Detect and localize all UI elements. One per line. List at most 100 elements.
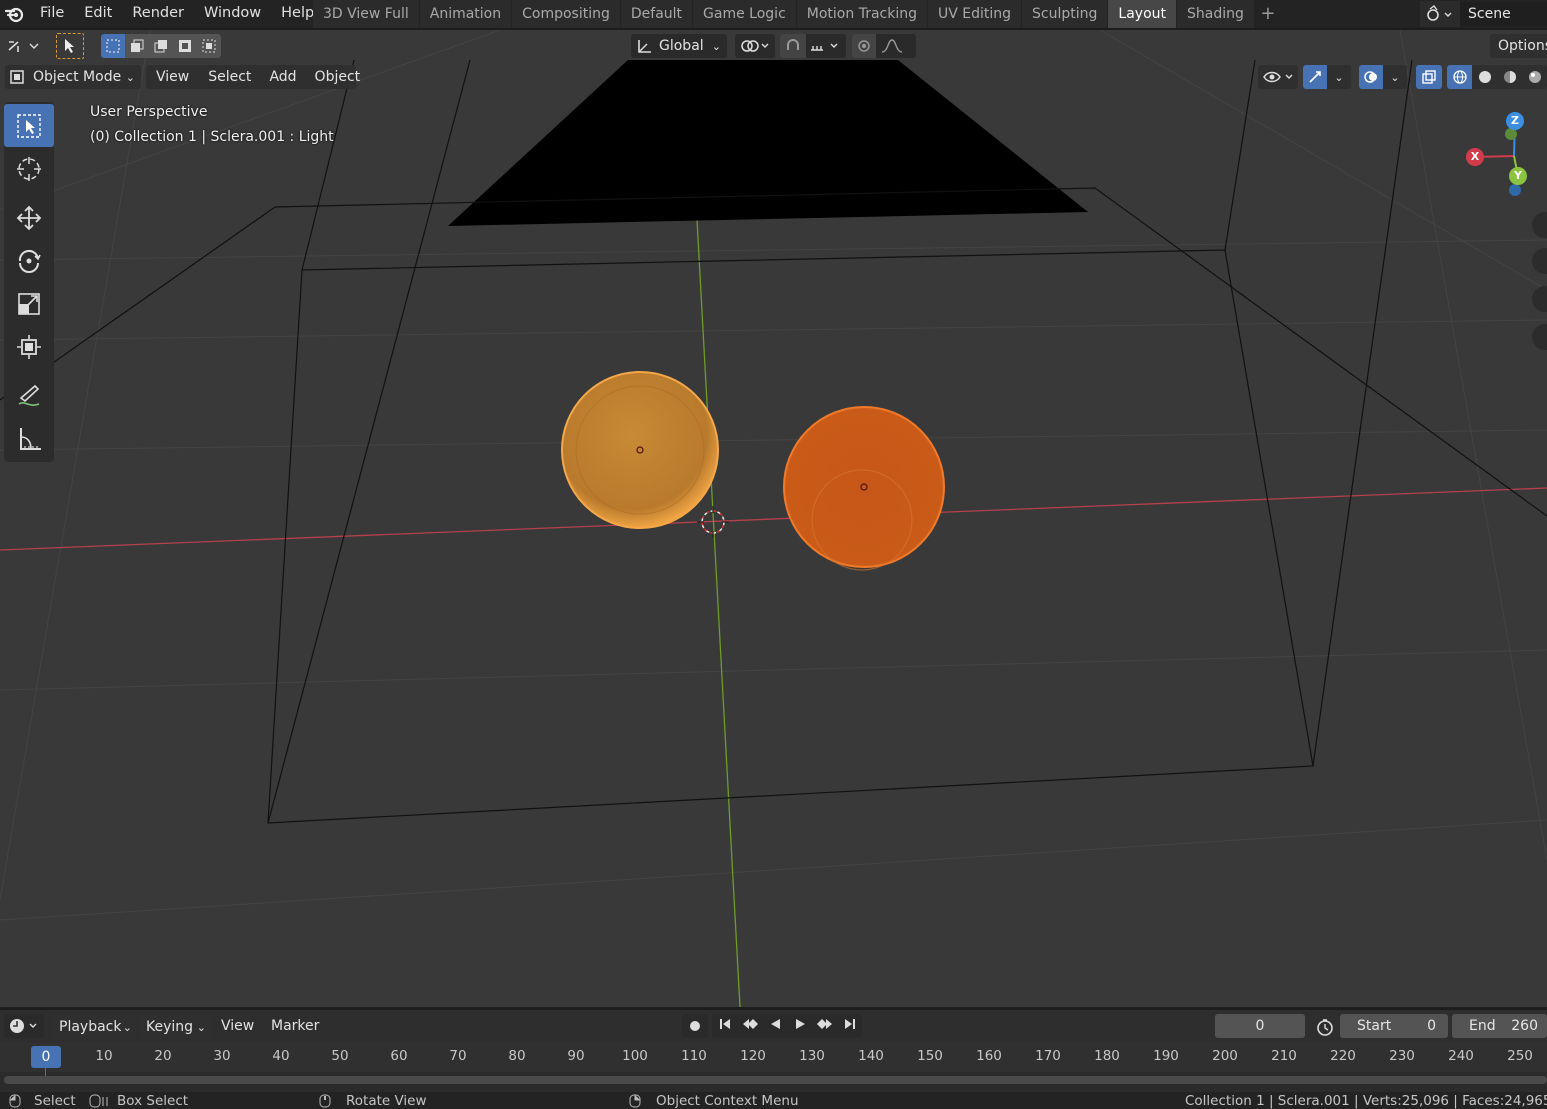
gizmo-x-icon[interactable]: X: [1466, 148, 1484, 166]
sphere-left[interactable]: [561, 371, 719, 529]
menu-add[interactable]: Add: [260, 69, 305, 85]
transform-orientation-dropdown[interactable]: Global ⌄: [631, 34, 727, 58]
jump-start-icon[interactable]: [712, 1017, 737, 1035]
menu-edit[interactable]: Edit: [74, 0, 122, 28]
menu-view[interactable]: View: [146, 69, 199, 85]
tab-uv-editing[interactable]: UV Editing: [927, 0, 1022, 28]
tab-shading[interactable]: Shading: [1177, 0, 1254, 28]
tab-sculpting[interactable]: Sculpting: [1022, 0, 1108, 28]
timeline-view-menu[interactable]: View: [221, 1015, 254, 1037]
select-extend-icon: [131, 39, 144, 52]
tool-scale[interactable]: [4, 282, 54, 325]
mouse-drag-icon: [89, 1094, 108, 1108]
tab-layout[interactable]: Layout: [1108, 0, 1176, 28]
gizmo-y-icon[interactable]: Y: [1509, 167, 1527, 185]
proportional-edit-icon[interactable]: [852, 34, 876, 58]
select-mode-intersect[interactable]: [197, 34, 221, 58]
add-workspace-icon[interactable]: +: [1255, 0, 1281, 28]
record-button[interactable]: [682, 1014, 708, 1038]
solid-shading-icon[interactable]: [1472, 65, 1497, 89]
tool-measure[interactable]: [4, 417, 54, 460]
gizmo-toggle-icon[interactable]: [1303, 65, 1327, 89]
tab-3d-view-full[interactable]: 3D View Full: [313, 0, 419, 28]
pivot-point-dropdown[interactable]: [735, 34, 775, 58]
gizmo-z-icon[interactable]: Z: [1506, 112, 1524, 130]
tab-game-logic[interactable]: Game Logic: [693, 0, 796, 28]
tool-transform[interactable]: [4, 325, 54, 368]
editor-type-button[interactable]: [4, 34, 44, 58]
status-box-select: Box Select: [117, 1093, 189, 1109]
ruler-tick: 80: [508, 1048, 526, 1064]
tab-default[interactable]: Default: [620, 0, 693, 28]
stopwatch-icon[interactable]: [1312, 1017, 1338, 1037]
ruler-tick: 160: [976, 1048, 1002, 1064]
tool-cursor[interactable]: [4, 147, 54, 190]
menu-object[interactable]: Object: [306, 69, 370, 85]
timeline-scrollbar[interactable]: [4, 1076, 1547, 1084]
sphere-right[interactable]: [783, 406, 945, 568]
select-mode-subtract[interactable]: [149, 34, 173, 58]
snap-toggle-icon[interactable]: [780, 34, 806, 58]
x-axis-line: [0, 487, 1547, 551]
tool-select-box[interactable]: [4, 104, 54, 147]
menu-window[interactable]: Window: [194, 0, 271, 28]
falloff-curve-icon[interactable]: [876, 34, 914, 58]
start-frame-field[interactable]: Start 0: [1340, 1014, 1448, 1038]
current-frame-field[interactable]: 0: [1215, 1014, 1305, 1038]
rendered-shading-icon[interactable]: [1522, 65, 1547, 89]
jump-end-icon[interactable]: [837, 1017, 862, 1035]
viewport-scene[interactable]: [0, 30, 1547, 1007]
ruler-tick: 240: [1448, 1048, 1474, 1064]
tab-compositing[interactable]: Compositing: [512, 0, 620, 28]
workspace-tabs: 3D View Full Animation Compositing Defau…: [313, 0, 1281, 28]
status-rotate-view: Rotate View: [346, 1093, 427, 1109]
keying-label: Keying: [146, 1019, 194, 1035]
select-mode-invert[interactable]: [173, 34, 197, 58]
menu-select[interactable]: Select: [199, 69, 260, 85]
start-label: Start: [1357, 1018, 1392, 1034]
select-mode-new[interactable]: [101, 34, 125, 58]
scene-name-field[interactable]: Scene: [1460, 2, 1547, 26]
tool-annotate[interactable]: [4, 374, 54, 417]
chevron-down-icon[interactable]: ⌄: [1327, 71, 1351, 84]
chevron-down-icon[interactable]: ⌄: [1383, 71, 1407, 84]
material-shading-icon[interactable]: [1497, 65, 1522, 89]
snap-increment-icon[interactable]: [806, 34, 846, 58]
tab-animation[interactable]: Animation: [419, 0, 512, 28]
current-frame-indicator[interactable]: 0: [31, 1046, 61, 1068]
prev-keyframe-icon[interactable]: [737, 1017, 762, 1035]
visibility-dropdown[interactable]: [1258, 65, 1298, 89]
end-frame-field[interactable]: End 260: [1452, 1014, 1547, 1038]
playback-menu[interactable]: Playback ⌄: [51, 1015, 137, 1039]
scene-browse-button[interactable]: [1420, 1, 1460, 27]
timeline-marker-menu[interactable]: Marker: [271, 1015, 319, 1037]
wireframe-shading-icon[interactable]: [1447, 65, 1472, 89]
tool-rotate[interactable]: [4, 239, 54, 282]
mouse-right-icon: [629, 1094, 641, 1108]
select-mode-extend[interactable]: [125, 34, 149, 58]
select-invert-icon: [179, 40, 191, 52]
tab-motion-tracking[interactable]: Motion Tracking: [796, 0, 927, 28]
play-reverse-icon[interactable]: [762, 1017, 787, 1035]
next-keyframe-icon[interactable]: [812, 1017, 837, 1035]
frame-ruler[interactable]: 0 10 20 30 40 50 60 70 80 90 100 110 120 130 140 150 16…: [0, 1042, 1547, 1082]
menu-render[interactable]: Render: [122, 0, 194, 28]
play-icon[interactable]: [787, 1017, 812, 1035]
options-label: Options: [1498, 38, 1547, 54]
timeline-editor-type-button[interactable]: [4, 1014, 44, 1038]
overlay-toggle-icon[interactable]: [1359, 65, 1383, 89]
menu-file[interactable]: File: [30, 0, 74, 28]
3d-viewport[interactable]: Z X Y Global ⌄ Options Object Mode ⌄ Vie…: [0, 30, 1547, 1007]
keying-menu[interactable]: Keying ⌄: [139, 1015, 211, 1039]
options-dropdown[interactable]: Options: [1490, 34, 1547, 58]
gizmo-toggle-group: ⌄: [1303, 65, 1351, 89]
cursor-arrow-icon: [65, 39, 74, 53]
tool-move[interactable]: [4, 196, 54, 239]
ruler-tick: 40: [272, 1048, 290, 1064]
mode-dropdown[interactable]: Object Mode ⌄: [5, 65, 141, 89]
end-value: 260: [1511, 1018, 1538, 1034]
blender-logo-icon[interactable]: [0, 0, 30, 28]
xray-toggle[interactable]: [1416, 65, 1442, 89]
select-tool-button[interactable]: [56, 33, 84, 59]
shading-mode-group: [1447, 65, 1547, 89]
